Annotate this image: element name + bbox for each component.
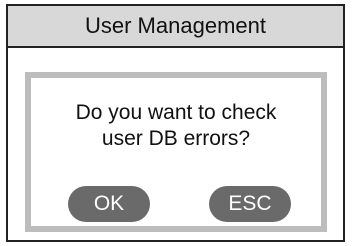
dialog-message: Do you want to check user DB errors? (31, 100, 321, 152)
dialog-message-line-2: user DB errors? (101, 127, 251, 150)
ok-button[interactable]: OK (68, 186, 150, 222)
confirm-dialog: Do you want to check user DB errors? OK … (25, 72, 327, 232)
esc-button[interactable]: ESC (209, 186, 291, 222)
ok-button-label: OK (93, 192, 125, 215)
screen-title: User Management (85, 13, 266, 38)
dialog-message-line-1: Do you want to check (75, 101, 277, 124)
esc-button-label: ESC (228, 192, 272, 215)
device-screen: User Management Do you want to check use… (6, 4, 345, 242)
title-bar: User Management (8, 6, 343, 48)
